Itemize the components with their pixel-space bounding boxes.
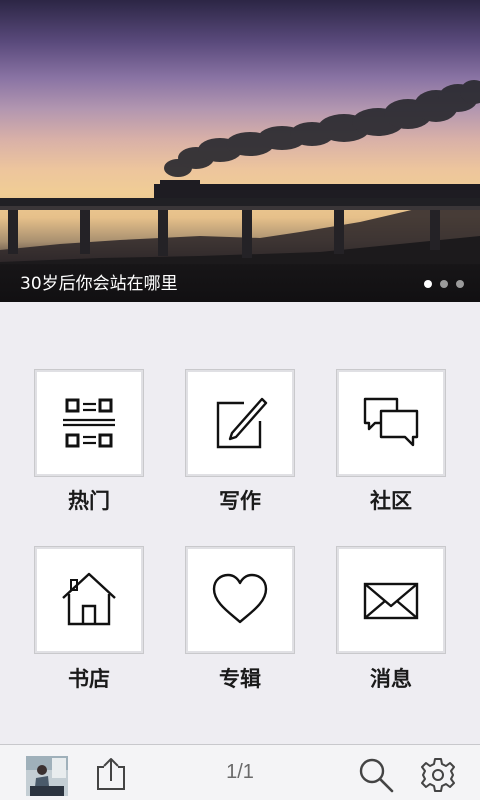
banner-image bbox=[0, 80, 480, 302]
tile-write[interactable] bbox=[185, 369, 295, 477]
tile-messages[interactable] bbox=[336, 546, 446, 654]
avatar[interactable] bbox=[26, 756, 68, 796]
banner-carousel[interactable]: 30岁后你会站在哪里 bbox=[0, 0, 480, 302]
avatar-image bbox=[26, 756, 68, 796]
tile-write-label: 写作 bbox=[219, 489, 261, 513]
tile-album[interactable] bbox=[185, 546, 295, 654]
tile-community-label: 社区 bbox=[370, 489, 412, 513]
tile-messages-label: 消息 bbox=[370, 667, 412, 691]
share-icon[interactable] bbox=[94, 757, 128, 791]
pager-dots bbox=[424, 280, 464, 288]
tile-bookstore-label: 书店 bbox=[68, 667, 110, 691]
settings-icon[interactable] bbox=[420, 757, 456, 793]
search-icon[interactable] bbox=[358, 757, 394, 793]
edit-icon bbox=[216, 397, 268, 449]
heart-icon bbox=[212, 573, 268, 624]
pager-dot[interactable] bbox=[440, 280, 448, 288]
tile-hot[interactable] bbox=[34, 369, 144, 477]
banner-caption: 30岁后你会站在哪里 bbox=[20, 274, 178, 294]
tile-album-label: 专辑 bbox=[219, 667, 261, 691]
pager-dot[interactable] bbox=[424, 280, 432, 288]
pager-dot[interactable] bbox=[456, 280, 464, 288]
tile-hot-label: 热门 bbox=[68, 489, 110, 513]
tile-community[interactable] bbox=[336, 369, 446, 477]
qr-code-icon bbox=[63, 398, 115, 448]
tile-bookstore[interactable] bbox=[34, 546, 144, 654]
mail-icon bbox=[363, 582, 419, 620]
bottom-toolbar: 1/1 bbox=[0, 744, 480, 800]
page-indicator: 1/1 bbox=[226, 761, 254, 783]
home-icon bbox=[62, 572, 116, 626]
chat-bubbles-icon bbox=[363, 397, 419, 447]
